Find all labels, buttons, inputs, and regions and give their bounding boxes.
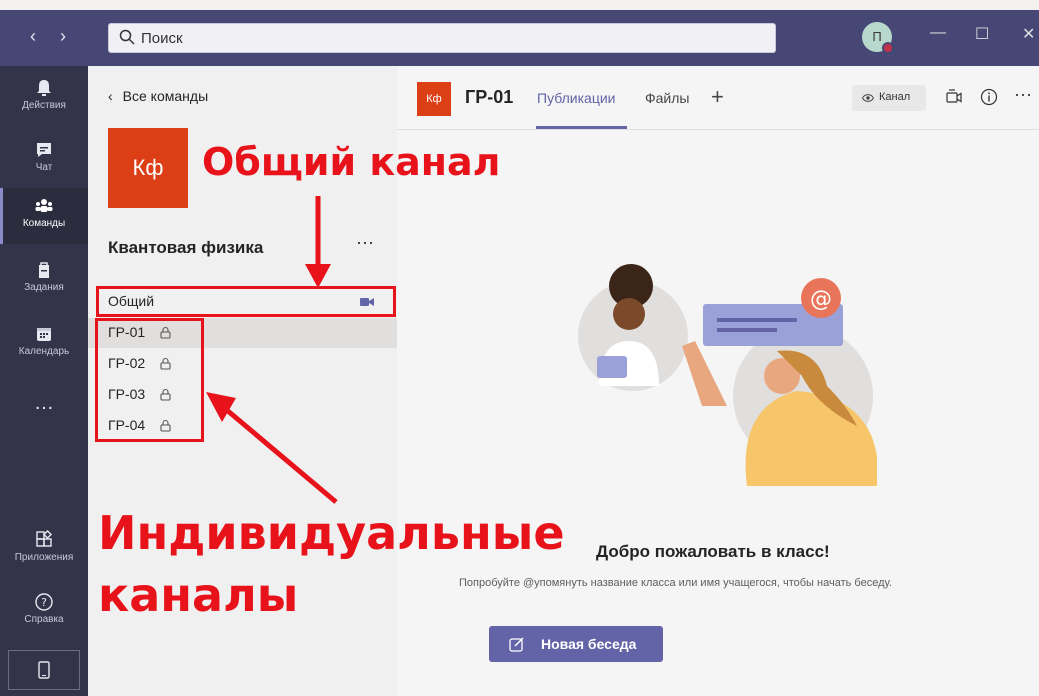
back-arrow-icon[interactable]: ‹ (30, 26, 36, 47)
new-conversation-button[interactable]: Новая беседа (489, 626, 663, 662)
rail-item-teams[interactable]: Команды (0, 188, 88, 244)
compose-icon (509, 637, 524, 652)
device-icon (38, 661, 50, 679)
more-options-icon[interactable]: ··· (1014, 84, 1032, 105)
annotation-general-channel: Общий канал (202, 140, 501, 184)
rail-label: Справка (24, 614, 64, 625)
channel-title: ГР-01 (465, 87, 514, 107)
search-icon (119, 29, 135, 45)
welcome-hint: Попробуйте @упомянуть название класса ил… (459, 577, 892, 589)
rail-label: Задания (24, 282, 64, 293)
search-input[interactable]: Поиск (108, 23, 776, 53)
eye-icon (862, 94, 874, 102)
meet-now-icon[interactable] (945, 88, 963, 106)
annotation-general-box (96, 286, 396, 317)
back-to-teams-link[interactable]: ‹ Все команды (108, 88, 208, 104)
channel-header: Кф ГР-01 Публикации Файлы + Канал ··· (397, 66, 1039, 130)
rail-item-help[interactable]: ? Справка (0, 584, 88, 640)
chevron-left-icon: ‹ (108, 88, 113, 104)
search-placeholder: Поиск (141, 30, 183, 47)
svg-text:@: @ (810, 287, 832, 312)
active-tab-indicator (536, 126, 627, 129)
tab-posts[interactable]: Публикации (537, 90, 615, 106)
chat-icon (37, 143, 51, 157)
rail-item-device[interactable] (8, 650, 80, 690)
team-logo: Кф (108, 128, 188, 208)
minimize-icon[interactable]: — (930, 24, 946, 42)
channel-logo: Кф (417, 82, 451, 116)
more-icon: … (34, 392, 54, 414)
annotation-individual-box (95, 318, 204, 442)
add-tab-button[interactable]: + (711, 84, 724, 110)
new-conversation-label: Новая беседа (541, 636, 637, 652)
forward-arrow-icon[interactable]: › (60, 26, 66, 47)
rail-item-apps[interactable]: Приложения (0, 522, 88, 578)
annotation-individual-channels-line1: Индивидуальные (98, 506, 565, 560)
rail-label: Приложения (14, 552, 74, 563)
rail-item-calendar[interactable]: Календарь (0, 316, 88, 372)
rail-label: Команды (22, 218, 66, 229)
teams-icon (35, 199, 53, 212)
annotation-individual-channels-line2: каналы (98, 568, 299, 622)
assignments-icon (39, 262, 49, 278)
calendar-icon (37, 328, 51, 341)
welcome-title: Добро пожаловать в класс! (596, 542, 830, 561)
title-bar: ‹ › Поиск П — ☐ ✕ (0, 10, 1039, 66)
rail-item-assignments[interactable]: Задания (0, 252, 88, 308)
rail-label: Действия (22, 100, 66, 111)
rail-item-more[interactable]: … (0, 388, 88, 418)
team-more-icon[interactable]: ··· (356, 232, 374, 253)
info-icon[interactable] (980, 88, 998, 106)
tab-files[interactable]: Файлы (645, 90, 689, 106)
close-icon[interactable]: ✕ (1022, 24, 1035, 44)
help-icon: ? (35, 593, 53, 611)
presence-status-icon (882, 42, 894, 54)
avatar[interactable]: П (862, 22, 894, 54)
channel-info-button[interactable]: Канал (852, 85, 926, 111)
bell-icon (37, 80, 51, 96)
welcome-illustration: @ (578, 264, 877, 486)
team-name: Квантовая физика (108, 238, 264, 257)
rail-label: Чат (35, 162, 53, 173)
rail-item-activity[interactable]: Действия (0, 70, 88, 126)
avatar-initial: П (872, 29, 882, 44)
rail-label: Календарь (18, 346, 70, 357)
rail-item-chat[interactable]: Чат (0, 132, 88, 188)
channel-button-label: Канал (879, 91, 911, 103)
back-label: Все команды (122, 88, 209, 104)
maximize-icon[interactable]: ☐ (975, 24, 989, 44)
apps-icon (36, 530, 53, 547)
svg-text:?: ? (41, 596, 47, 609)
app-rail: Действия Чат Команды Задания Календарь …… (0, 66, 88, 696)
